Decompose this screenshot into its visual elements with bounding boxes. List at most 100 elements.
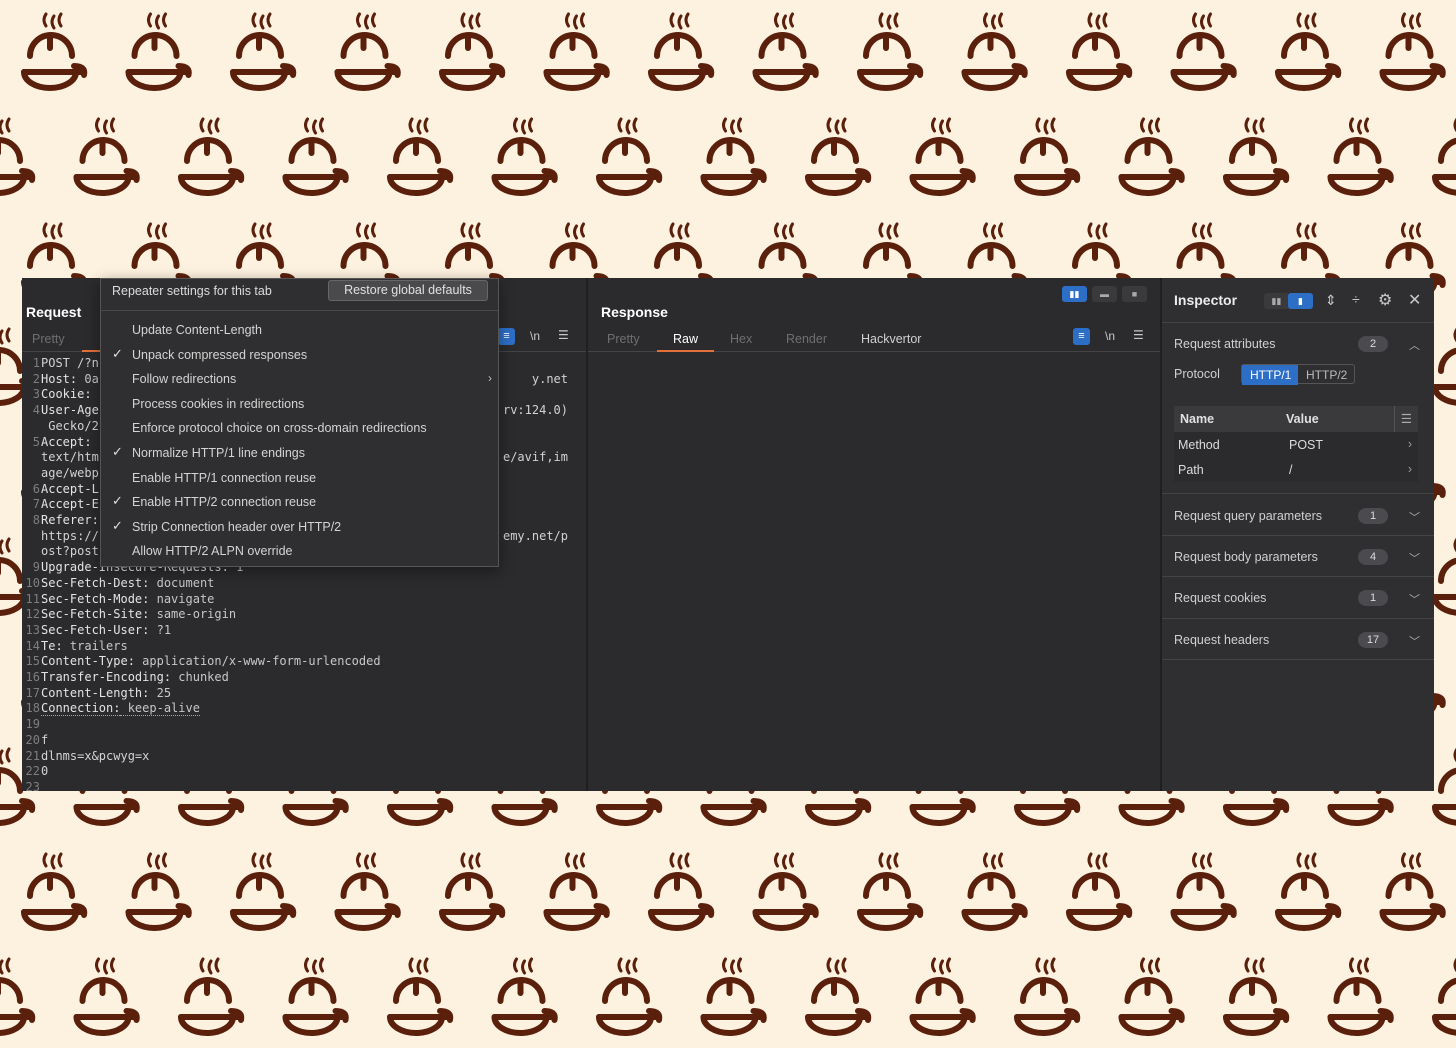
- code-line[interactable]: Sec-Fetch-User: ?1: [41, 623, 570, 639]
- menu-item[interactable]: ✓ Unpack compressed responses: [101, 344, 498, 366]
- code-line[interactable]: Sec-Fetch-Mode: navigate: [41, 592, 570, 608]
- code-line-tail: emy.net/p: [502, 528, 568, 543]
- request-title: Request: [26, 304, 82, 320]
- body-text: https://: [41, 528, 99, 543]
- menu-item-label: Allow HTTP/2 ALPN override: [132, 544, 293, 559]
- code-line-tail: e/avif,im: [502, 450, 568, 465]
- header-name: Referer:: [41, 513, 99, 527]
- header-value: document: [149, 575, 215, 590]
- protocol-http2-button[interactable]: HTTP/2: [1298, 365, 1355, 385]
- row-value: POST: [1289, 438, 1324, 452]
- response-tab-hex[interactable]: Hex: [730, 332, 752, 346]
- chevron-down-icon[interactable]: ﹀: [1409, 550, 1420, 566]
- header-name: Accept:: [41, 434, 92, 449]
- table-row[interactable]: Path / ›: [1174, 457, 1418, 482]
- header-name: User-Age: [41, 403, 99, 418]
- code-line[interactable]: Te: trailers: [41, 639, 570, 655]
- header-name: Content-Type:: [41, 654, 135, 669]
- menu-item[interactable]: Allow HTTP/2 ALPN override: [101, 540, 498, 562]
- body-text: Gecko/2: [41, 418, 99, 433]
- repeater-settings-menu: Repeater settings for this tab Restore g…: [100, 278, 499, 567]
- wrap-lines-icon[interactable]: ≡: [498, 328, 515, 345]
- request-attributes-section: Request attributes 2 ︿ Protocol HTTP/1 H…: [1162, 322, 1434, 495]
- request-headers-section[interactable]: Request headers 17 ﹀: [1162, 618, 1434, 660]
- body-text: f: [41, 732, 49, 747]
- line-number: 23: [25, 779, 40, 791]
- expand-all-icon[interactable]: ⇕: [1325, 292, 1337, 309]
- column-value: Value: [1286, 412, 1319, 426]
- menu-item[interactable]: ✓ Strip Connection header over HTTP/2: [101, 516, 498, 538]
- response-menu-icon[interactable]: ☰: [1133, 328, 1144, 342]
- menu-item[interactable]: Follow redirections ›: [101, 368, 498, 390]
- row-name: Method: [1178, 438, 1220, 452]
- chevron-up-icon[interactable]: ︿: [1409, 337, 1420, 353]
- response-wrap-icon[interactable]: ≡: [1073, 328, 1090, 345]
- chevron-down-icon[interactable]: ﹀: [1409, 633, 1420, 649]
- request-cookies-section[interactable]: Request cookies 1 ﹀: [1162, 576, 1434, 618]
- request-attributes-label[interactable]: Request attributes: [1174, 337, 1275, 351]
- side-by-side-layout-icon[interactable]: ▮▮: [1062, 286, 1087, 302]
- code-line[interactable]: Transfer-Encoding: chunked: [41, 670, 570, 686]
- request-attributes-count: 2: [1358, 336, 1388, 352]
- menu-item-label: Update Content-Length: [132, 323, 262, 337]
- code-line[interactable]: Connection: keep-alive: [41, 701, 570, 717]
- menu-item[interactable]: Enforce protocol choice on cross-domain …: [101, 417, 498, 439]
- header-name: Connection:: [41, 701, 121, 717]
- line-number: 3: [32, 387, 40, 402]
- restore-global-defaults-button[interactable]: Restore global defaults: [328, 280, 488, 301]
- menu-item[interactable]: ✓ Enable HTTP/2 connection reuse: [101, 491, 498, 513]
- inspector-dock-left-icon[interactable]: ▮▮: [1264, 293, 1289, 309]
- column-options-icon[interactable]: ☰: [1401, 411, 1412, 426]
- table-row[interactable]: Method POST ›: [1174, 432, 1418, 457]
- protocol-http1-button[interactable]: HTTP/1: [1242, 365, 1298, 385]
- header-value: application/x-www-form-urlencoded: [134, 654, 381, 669]
- menu-item-label: Follow redirections: [132, 372, 237, 387]
- checkmark-icon: ✓: [112, 345, 123, 361]
- code-line[interactable]: Sec-Fetch-Site: same-origin: [41, 607, 570, 623]
- single-pane-layout-icon[interactable]: ■: [1122, 286, 1147, 302]
- row-value: /: [1289, 463, 1293, 477]
- chevron-down-icon[interactable]: ﹀: [1409, 591, 1420, 607]
- line-number: 10: [25, 575, 40, 590]
- collapse-all-icon[interactable]: ÷: [1352, 291, 1360, 307]
- newline-toggle[interactable]: \n: [530, 329, 540, 343]
- chevron-down-icon[interactable]: ﹀: [1409, 509, 1420, 525]
- header-value: 0a: [77, 371, 99, 386]
- code-line[interactable]: 0: [41, 764, 570, 780]
- response-tab-raw[interactable]: Raw: [656, 332, 715, 352]
- checkmark-icon: ✓: [112, 517, 123, 533]
- code-line[interactable]: f: [41, 733, 570, 749]
- request-body-parameters-section[interactable]: Request body parameters 4 ﹀: [1162, 535, 1434, 577]
- menu-divider: [101, 310, 498, 311]
- code-line[interactable]: Sec-Fetch-Dest: document: [41, 576, 570, 592]
- settings-gear-icon[interactable]: ⚙: [1378, 290, 1392, 310]
- header-name: Te:: [41, 638, 63, 653]
- menu-item[interactable]: Update Content-Length: [101, 319, 498, 341]
- menu-item[interactable]: Enable HTTP/1 connection reuse: [101, 467, 498, 489]
- request-tab-pretty[interactable]: Pretty: [32, 332, 65, 346]
- menu-item[interactable]: ✓ Normalize HTTP/1 line endings: [101, 442, 498, 464]
- inspector-panel: Inspector ▮▮ ▮ ⇕ ÷ ⚙ ✕ Request attribute…: [1162, 278, 1434, 791]
- section-label: Request cookies: [1174, 591, 1267, 605]
- request-menu-icon[interactable]: ☰: [558, 328, 569, 342]
- inspector-dock-right-icon[interactable]: ▮: [1288, 293, 1313, 309]
- menu-item[interactable]: Process cookies in redirections: [101, 393, 498, 415]
- chevron-right-icon[interactable]: ›: [1408, 462, 1412, 476]
- response-tab-hackvertor[interactable]: Hackvertor: [861, 332, 921, 346]
- header-name: Sec-Fetch-Dest:: [41, 575, 150, 590]
- line-number: 19: [25, 717, 40, 732]
- request-query-parameters-section[interactable]: Request query parameters 1 ﹀: [1162, 493, 1434, 535]
- code-line[interactable]: dlnms=x&pcwyg=x: [41, 749, 570, 765]
- section-label: Request query parameters: [1174, 509, 1322, 523]
- response-tab-render[interactable]: Render: [786, 332, 827, 346]
- code-line[interactable]: Content-Length: 25: [41, 686, 570, 702]
- chevron-right-icon[interactable]: ›: [1408, 437, 1412, 451]
- response-tab-pretty[interactable]: Pretty: [607, 332, 640, 346]
- body-text: age/webp: [41, 465, 99, 480]
- close-inspector-icon[interactable]: ✕: [1408, 290, 1421, 310]
- header-name: Sec-Fetch-User:: [41, 622, 150, 637]
- section-label: Request body parameters: [1174, 550, 1318, 564]
- stacked-layout-icon[interactable]: ▬: [1092, 286, 1117, 302]
- code-line[interactable]: Content-Type: application/x-www-form-url…: [41, 654, 570, 670]
- response-newline-toggle[interactable]: \n: [1105, 329, 1115, 343]
